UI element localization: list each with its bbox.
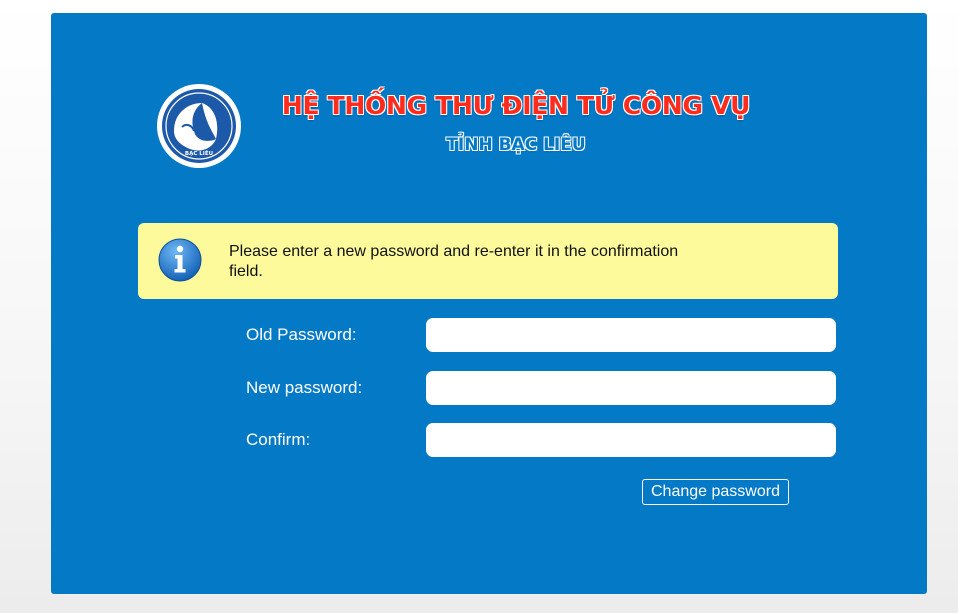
- info-notice: Please enter a new password and re-enter…: [138, 223, 838, 299]
- new-password-input[interactable]: [426, 371, 836, 405]
- confirm-password-label: Confirm:: [246, 430, 311, 449]
- province-subtitle: TỈNH BẠC LIÊU: [446, 135, 586, 155]
- notice-message: Please enter a new password and re-enter…: [229, 243, 679, 280]
- system-title: HỆ THỐNG THƯ ĐIỆN TỬ CÔNG VỤ: [281, 91, 751, 120]
- logo-text: BẠC LIÊU: [185, 149, 213, 157]
- change-password-button[interactable]: Change password: [642, 479, 789, 505]
- old-password-input[interactable]: [426, 318, 836, 352]
- bac-lieu-emblem-logo: BẠC LIÊU: [157, 84, 241, 168]
- old-password-label: Old Password:: [246, 325, 357, 344]
- confirm-password-input[interactable]: [426, 423, 836, 457]
- login-panel: BẠC LIÊU HỆ THỐNG THƯ ĐIỆN TỬ CÔNG VỤ TỈ…: [51, 13, 927, 594]
- new-password-label: New password:: [246, 378, 363, 397]
- info-icon: [158, 238, 202, 282]
